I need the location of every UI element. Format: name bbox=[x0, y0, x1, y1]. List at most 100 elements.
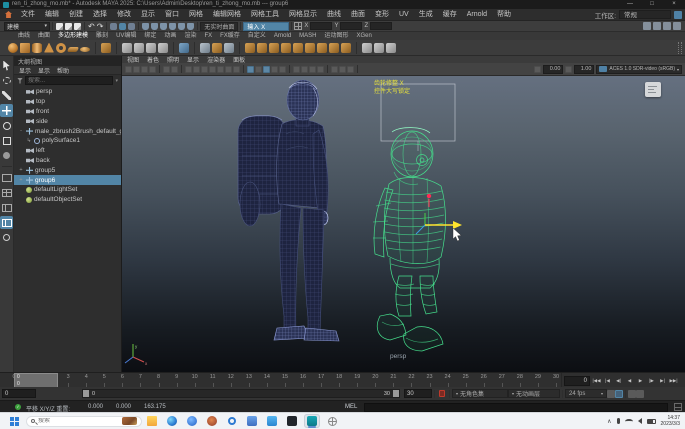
shadows-icon[interactable] bbox=[293, 66, 300, 73]
mute-audio-icon[interactable] bbox=[628, 390, 636, 398]
animation-end-field[interactable]: 30 bbox=[404, 389, 432, 398]
outliner-item-defaultObjectSet[interactable]: defaultObjectSet bbox=[14, 195, 121, 205]
sweep-mesh-icon[interactable] bbox=[158, 43, 168, 53]
select-component-icon[interactable] bbox=[128, 23, 135, 30]
step-back-key-button[interactable]: |◀ bbox=[602, 376, 613, 386]
multi-cut-icon[interactable] bbox=[281, 43, 291, 53]
shelf-tab-动画[interactable]: 动画 bbox=[160, 32, 180, 40]
step-forward-key-button[interactable]: ▶| bbox=[657, 376, 668, 386]
shelf-tab-UV编辑[interactable]: UV编辑 bbox=[112, 32, 140, 40]
search-app-icon[interactable] bbox=[224, 414, 240, 428]
poly-cylinder-icon[interactable] bbox=[32, 43, 42, 53]
range-start-handle[interactable] bbox=[83, 390, 89, 397]
boolean-icon[interactable] bbox=[179, 43, 189, 53]
exposure-field[interactable]: 0.00 bbox=[543, 65, 563, 74]
snap-view-icon[interactable] bbox=[178, 23, 185, 30]
taskbar-search-input[interactable] bbox=[38, 418, 98, 424]
layout-outliner-tool-icon[interactable] bbox=[0, 216, 13, 229]
2d-pan-zoom-icon[interactable] bbox=[163, 66, 170, 73]
menu-item-窗口[interactable]: 窗口 bbox=[160, 9, 184, 21]
filter-icon[interactable] bbox=[17, 78, 23, 84]
shelf-tab-曲面[interactable]: 曲面 bbox=[34, 32, 54, 40]
select-object-icon[interactable] bbox=[119, 23, 126, 30]
shaded-icon[interactable] bbox=[255, 66, 262, 73]
menu-item-网格工具[interactable]: 网格工具 bbox=[246, 9, 284, 21]
panel-menu-视图[interactable]: 视图 bbox=[127, 55, 139, 64]
viewport-scene[interactable]: persp y x z 齿轮修整 X 控件大写锁定 bbox=[122, 76, 685, 372]
outliner-item-group6[interactable]: +group6 bbox=[14, 175, 121, 185]
app-store-icon[interactable] bbox=[204, 414, 220, 428]
menu-item-曲面[interactable]: 曲面 bbox=[346, 9, 370, 21]
textured-icon[interactable] bbox=[271, 66, 278, 73]
combine-icon[interactable] bbox=[329, 43, 339, 53]
shelf-tab-XGen[interactable]: XGen bbox=[353, 32, 376, 40]
snip-tool-icon[interactable] bbox=[324, 414, 340, 428]
outliner-item-front[interactable]: front bbox=[14, 107, 121, 117]
maya-home-icon[interactable] bbox=[5, 11, 12, 18]
mirror-icon[interactable] bbox=[317, 43, 327, 53]
snap-magnet-icon[interactable] bbox=[212, 43, 222, 53]
grid-icon[interactable] bbox=[185, 66, 192, 73]
maximize-button[interactable]: □ bbox=[641, 0, 663, 9]
microphone-icon[interactable] bbox=[617, 418, 620, 424]
multisample-aa-icon[interactable] bbox=[317, 66, 324, 73]
shelf-grip[interactable] bbox=[678, 42, 682, 54]
shelf-tab-曲线[interactable]: 曲线 bbox=[14, 32, 34, 40]
expander-icon[interactable]: - bbox=[18, 128, 24, 134]
shelf-tab-运动图形[interactable]: 运动图形 bbox=[321, 32, 353, 40]
scene-note-icon[interactable] bbox=[645, 82, 661, 97]
xray-joints-icon[interactable] bbox=[339, 66, 346, 73]
anim-layer-selector[interactable]: ▾无动画层 bbox=[508, 389, 560, 398]
time-slider[interactable]: 0123456789101112131415161718192021222324… bbox=[0, 372, 685, 387]
mail-app-icon[interactable] bbox=[264, 414, 280, 428]
outliner-item-left[interactable]: left bbox=[14, 146, 121, 156]
animation-start-field[interactable]: 0 bbox=[2, 389, 36, 398]
expander-icon[interactable]: + bbox=[18, 177, 24, 183]
layout-split-tool-icon[interactable] bbox=[0, 201, 13, 214]
motion-blur-icon[interactable] bbox=[309, 66, 316, 73]
menu-item-UV[interactable]: UV bbox=[394, 9, 414, 21]
film-gate-icon[interactable] bbox=[193, 66, 200, 73]
resolution-gate-icon[interactable] bbox=[201, 66, 208, 73]
menu-item-文件[interactable]: 文件 bbox=[16, 9, 40, 21]
menu-item-生成[interactable]: 生成 bbox=[414, 9, 438, 21]
shelf-tab-雕刻[interactable]: 雕刻 bbox=[92, 32, 112, 40]
workspace-selector[interactable]: 工作区: 常规 bbox=[595, 10, 685, 20]
channel-box-icon[interactable] bbox=[663, 22, 671, 30]
outliner-item-male_zbrush2Brush_default_group[interactable]: -male_zbrush2Brush_default_group bbox=[14, 126, 121, 136]
menu-item-网格[interactable]: 网格 bbox=[184, 9, 208, 21]
gate-mask-icon[interactable] bbox=[209, 66, 216, 73]
transform-input-field[interactable]: 输入 X bbox=[243, 22, 289, 31]
z-coordinate-field[interactable] bbox=[370, 22, 392, 30]
current-time-marker[interactable]: 0 0 bbox=[14, 373, 58, 388]
live-surface-field[interactable]: 无实时曲面 bbox=[200, 22, 238, 31]
outliner-item-back[interactable]: back bbox=[14, 156, 121, 166]
select-camera-icon[interactable] bbox=[125, 66, 132, 73]
playback-loop-icon[interactable] bbox=[607, 390, 615, 398]
shelf-tab-渲染[interactable]: 渲染 bbox=[180, 32, 200, 40]
open-scene-icon[interactable] bbox=[65, 23, 72, 30]
select-hierarchy-icon[interactable] bbox=[110, 23, 117, 30]
range-end-handle[interactable] bbox=[393, 390, 399, 397]
poly-disc-icon[interactable] bbox=[80, 47, 90, 52]
separate-icon[interactable] bbox=[341, 43, 351, 53]
exposure-icon[interactable] bbox=[534, 66, 541, 73]
wire-on-shaded-icon[interactable] bbox=[263, 66, 270, 73]
minimize-button[interactable]: — bbox=[619, 0, 641, 9]
outliner-item-persp[interactable]: persp bbox=[14, 87, 121, 97]
tool-settings-icon[interactable] bbox=[653, 22, 661, 30]
app-sphere-icon[interactable] bbox=[184, 414, 200, 428]
shelf-tab-FX[interactable]: FX bbox=[200, 32, 216, 40]
poly-sphere-icon[interactable] bbox=[8, 43, 18, 53]
maya-app-icon[interactable] bbox=[304, 414, 320, 428]
terminal-app-icon[interactable] bbox=[284, 414, 300, 428]
undo-icon[interactable] bbox=[88, 23, 95, 30]
mel-label[interactable]: MEL bbox=[345, 404, 357, 410]
script-editor-icon[interactable] bbox=[674, 403, 682, 411]
menu-item-帮助[interactable]: 帮助 bbox=[492, 9, 516, 21]
safe-action-icon[interactable] bbox=[225, 66, 232, 73]
calculator-app-icon[interactable] bbox=[244, 414, 260, 428]
menu-set-selector[interactable]: 建模▾ bbox=[4, 22, 50, 31]
outliner-item-group5[interactable]: +group5 bbox=[14, 165, 121, 175]
panel-menu-着色[interactable]: 着色 bbox=[147, 55, 159, 64]
